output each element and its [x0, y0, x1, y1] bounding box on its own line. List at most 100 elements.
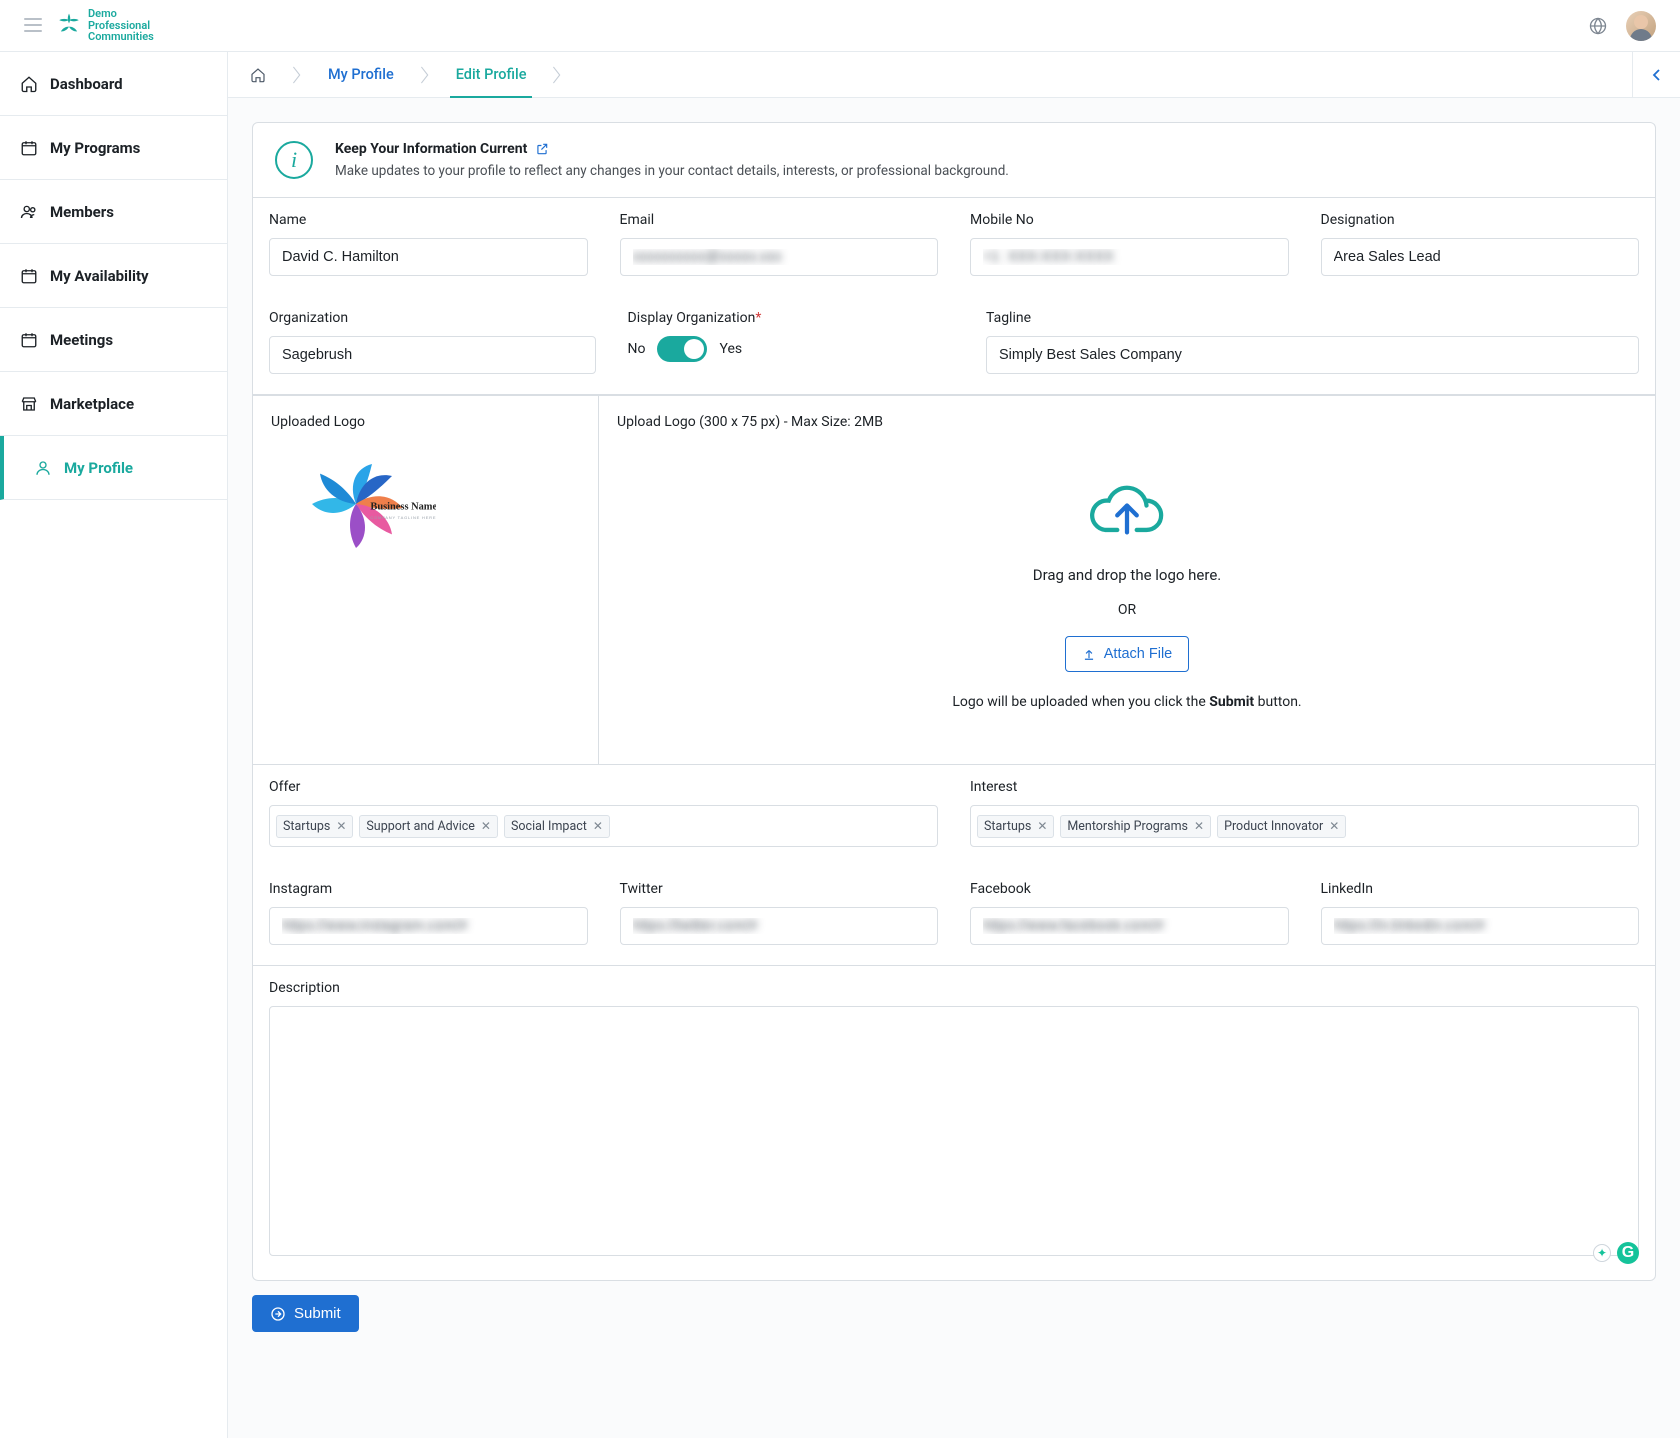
form-row: Offer Startups✕Support and Advice✕Social…	[253, 765, 1655, 867]
tag-chip: Startups ✕	[276, 815, 353, 838]
form-row: Instagram Twitter Facebook LinkedIn	[253, 867, 1655, 966]
tag-chip-label: Startups	[283, 819, 330, 834]
user-avatar[interactable]	[1626, 11, 1656, 41]
arrow-circle-icon	[270, 1306, 286, 1322]
label-interest: Interest	[970, 779, 1639, 795]
logo-business-name: Business Name	[370, 502, 436, 513]
label-uploaded-logo: Uploaded Logo	[271, 414, 580, 430]
display-org-toggle[interactable]	[657, 336, 707, 362]
sidebar-item-dashboard[interactable]: Dashboard	[0, 52, 227, 116]
submit-button[interactable]: Submit	[252, 1295, 359, 1332]
banner-desc: Make updates to your profile to reflect …	[335, 163, 1009, 179]
sidebar-item-my-profile[interactable]: My Profile	[0, 436, 227, 500]
tag-chip: Product Innovator✕	[1217, 815, 1346, 838]
designation-input[interactable]	[1321, 238, 1640, 276]
name-input[interactable]	[269, 238, 588, 276]
main: My Profile Edit Profile i Keep Your Info…	[228, 52, 1680, 1438]
tag-remove-icon[interactable]: ✕	[1329, 819, 1339, 833]
uploaded-logo-panel: Uploaded Logo	[253, 396, 599, 764]
tag-remove-icon[interactable]: ✕	[593, 819, 603, 833]
form-row: Name Email Mobile No Designation	[253, 198, 1655, 296]
label-designation: Designation	[1321, 212, 1640, 228]
label-display-org: Display Organization*	[628, 310, 955, 326]
sidebar-label: My Availability	[50, 267, 149, 285]
brand-text: Demo Professional Communities	[88, 8, 154, 43]
label-offer: Offer	[269, 779, 938, 795]
grammarly-widget[interactable]: ✦ G	[1593, 1242, 1639, 1264]
tag-remove-icon[interactable]: ✕	[1194, 819, 1204, 833]
uploaded-logo-preview: Business Name COMPANY TAGLINE HERE	[271, 440, 441, 560]
tagline-input[interactable]	[986, 336, 1639, 374]
sidebar-label: Members	[50, 203, 114, 221]
label-upload-logo: Upload Logo (300 x 75 px) - Max Size: 2M…	[617, 414, 1637, 430]
members-icon	[20, 203, 38, 221]
attach-file-button[interactable]: Attach File	[1065, 636, 1190, 672]
sidebar-label: Meetings	[50, 331, 113, 349]
globe-icon[interactable]	[1588, 16, 1608, 36]
instagram-input[interactable]	[269, 907, 588, 945]
calendar-icon	[20, 139, 38, 157]
breadcrumb-sep	[288, 52, 306, 97]
logo-business-tagline: COMPANY TAGLINE HERE	[370, 515, 436, 520]
tag-chip: Mentorship Programs ✕	[1060, 815, 1211, 838]
mobile-input[interactable]	[970, 238, 1289, 276]
label-name: Name	[269, 212, 588, 228]
facebook-input[interactable]	[970, 907, 1289, 945]
upload-icon	[1082, 647, 1096, 661]
linkedin-input[interactable]	[1321, 907, 1640, 945]
home-icon	[250, 67, 266, 83]
tag-remove-icon[interactable]: ✕	[481, 819, 491, 833]
tag-chip-label: Startups	[984, 819, 1031, 834]
upload-dropzone[interactable]: Drag and drop the logo here. OR Attach F…	[617, 440, 1637, 710]
topbar: Demo Professional Communities	[0, 0, 1680, 52]
sidebar-label: My Profile	[64, 459, 133, 477]
twitter-input[interactable]	[620, 907, 939, 945]
sidebar-label: My Programs	[50, 139, 140, 157]
sidebar-item-my-programs[interactable]: My Programs	[0, 116, 227, 180]
tag-chip: Social Impact ✕	[504, 815, 610, 838]
upload-caption: Drag and drop the logo here.	[1033, 566, 1221, 584]
tag-chip-label: Social Impact	[511, 819, 587, 834]
offer-tags-input[interactable]: Startups✕Support and Advice✕Social Impac…	[269, 805, 938, 847]
calendar-icon	[20, 331, 38, 349]
breadcrumb: My Profile Edit Profile	[228, 52, 1680, 98]
breadcrumb-collapse-button[interactable]	[1632, 52, 1680, 97]
form-row: Description ✦ G	[253, 966, 1655, 1280]
organization-input[interactable]	[269, 336, 596, 374]
tag-chip-label: Mentorship Programs	[1067, 819, 1188, 834]
label-email: Email	[620, 212, 939, 228]
grammarly-icon[interactable]: G	[1617, 1242, 1639, 1264]
label-organization: Organization	[269, 310, 596, 326]
edit-profile-card: i Keep Your Information Current Make upd…	[252, 122, 1656, 1281]
info-icon: i	[275, 141, 313, 179]
description-textarea[interactable]	[269, 1006, 1639, 1256]
upload-logo-panel: Upload Logo (300 x 75 px) - Max Size: 2M…	[599, 396, 1655, 764]
home-icon	[20, 75, 38, 93]
sidebar-item-my-availability[interactable]: My Availability	[0, 244, 227, 308]
cloud-upload-icon	[1088, 478, 1166, 538]
sidebar-item-meetings[interactable]: Meetings	[0, 308, 227, 372]
interest-tags-input[interactable]: Startups✕Mentorship Programs✕Product Inn…	[970, 805, 1639, 847]
breadcrumb-home[interactable]	[228, 52, 288, 97]
breadcrumb-sep	[416, 52, 434, 97]
label-linkedin: LinkedIn	[1321, 881, 1640, 897]
tag-chip: Support and Advice ✕	[359, 815, 498, 838]
external-link-icon[interactable]	[535, 142, 549, 156]
email-input[interactable]	[620, 238, 939, 276]
sidebar-item-marketplace[interactable]: Marketplace	[0, 372, 227, 436]
form-row: Organization Display Organization* No Ye…	[253, 296, 1655, 395]
tag-remove-icon[interactable]: ✕	[336, 819, 346, 833]
tag-remove-icon[interactable]: ✕	[1037, 819, 1047, 833]
breadcrumb-my-profile[interactable]: My Profile	[306, 52, 416, 97]
content: i Keep Your Information Current Make upd…	[228, 98, 1680, 1356]
breadcrumb-edit-profile[interactable]: Edit Profile	[434, 52, 549, 97]
label-instagram: Instagram	[269, 881, 588, 897]
grammarly-plus-icon[interactable]: ✦	[1593, 1244, 1611, 1262]
label-description: Description	[269, 980, 1639, 996]
sidebar-item-members[interactable]: Members	[0, 180, 227, 244]
tag-chip-label: Support and Advice	[366, 819, 475, 834]
hamburger-menu-icon[interactable]	[24, 18, 42, 32]
toggle-no-label: No	[628, 341, 646, 357]
label-mobile: Mobile No	[970, 212, 1289, 228]
brand-logo[interactable]: Demo Professional Communities	[56, 8, 154, 43]
